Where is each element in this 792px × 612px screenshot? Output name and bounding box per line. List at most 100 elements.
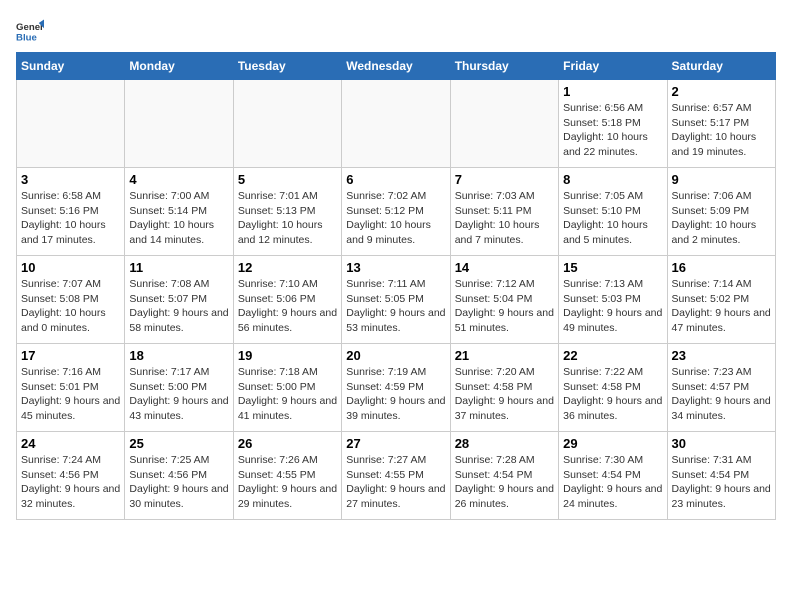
day-number: 18 bbox=[129, 348, 228, 363]
day-info: Sunrise: 7:05 AM Sunset: 5:10 PM Dayligh… bbox=[563, 189, 662, 248]
calendar-cell: 17 Sunrise: 7:16 AM Sunset: 5:01 PM Dayli… bbox=[17, 344, 125, 432]
calendar-cell: 29 Sunrise: 7:30 AM Sunset: 4:54 PM Dayli… bbox=[559, 432, 667, 520]
day-info: Sunrise: 7:00 AM Sunset: 5:14 PM Dayligh… bbox=[129, 189, 228, 248]
day-number: 23 bbox=[672, 348, 771, 363]
weekday-header-friday: Friday bbox=[559, 53, 667, 80]
weekday-header-wednesday: Wednesday bbox=[342, 53, 450, 80]
day-number: 22 bbox=[563, 348, 662, 363]
day-number: 27 bbox=[346, 436, 445, 451]
logo-icon: General Blue bbox=[16, 16, 44, 44]
day-number: 29 bbox=[563, 436, 662, 451]
day-number: 20 bbox=[346, 348, 445, 363]
day-number: 5 bbox=[238, 172, 337, 187]
calendar-cell: 24 Sunrise: 7:24 AM Sunset: 4:56 PM Dayli… bbox=[17, 432, 125, 520]
calendar-cell: 25Sunrise: 7:25 AM Sunset: 4:56 PM Dayli… bbox=[125, 432, 233, 520]
weekday-header-thursday: Thursday bbox=[450, 53, 558, 80]
day-info: Sunrise: 7:02 AM Sunset: 5:12 PM Dayligh… bbox=[346, 189, 445, 248]
day-info: Sunrise: 7:23 AM Sunset: 4:57 PM Dayligh… bbox=[672, 365, 771, 424]
weekday-header-tuesday: Tuesday bbox=[233, 53, 341, 80]
day-number: 17 bbox=[21, 348, 120, 363]
calendar-cell: 5 Sunrise: 7:01 AM Sunset: 5:13 PM Daylig… bbox=[233, 168, 341, 256]
day-info: Sunrise: 7:26 AM Sunset: 4:55 PM Dayligh… bbox=[238, 453, 337, 512]
weekday-header-sunday: Sunday bbox=[17, 53, 125, 80]
calendar-cell: 3 Sunrise: 6:58 AM Sunset: 5:16 PM Daylig… bbox=[17, 168, 125, 256]
calendar-cell: 27 Sunrise: 7:27 AM Sunset: 4:55 PM Dayli… bbox=[342, 432, 450, 520]
day-number: 15 bbox=[563, 260, 662, 275]
week-row-3: 10 Sunrise: 7:07 AM Sunset: 5:08 PM Dayli… bbox=[17, 256, 776, 344]
day-number: 24 bbox=[21, 436, 120, 451]
week-row-4: 17 Sunrise: 7:16 AM Sunset: 5:01 PM Dayli… bbox=[17, 344, 776, 432]
day-info: Sunrise: 7:22 AM Sunset: 4:58 PM Dayligh… bbox=[563, 365, 662, 424]
calendar-cell: 4 Sunrise: 7:00 AM Sunset: 5:14 PM Daylig… bbox=[125, 168, 233, 256]
calendar-cell: 12 Sunrise: 7:10 AM Sunset: 5:06 PM Dayli… bbox=[233, 256, 341, 344]
calendar-cell: 14Sunrise: 7:12 AM Sunset: 5:04 PM Dayli… bbox=[450, 256, 558, 344]
day-number: 16 bbox=[672, 260, 771, 275]
day-info: Sunrise: 7:16 AM Sunset: 5:01 PM Dayligh… bbox=[21, 365, 120, 424]
calendar-cell: 22 Sunrise: 7:22 AM Sunset: 4:58 PM Dayli… bbox=[559, 344, 667, 432]
calendar-cell: 19 Sunrise: 7:18 AM Sunset: 5:00 PM Dayli… bbox=[233, 344, 341, 432]
day-info: Sunrise: 6:56 AM Sunset: 5:18 PM Dayligh… bbox=[563, 101, 662, 160]
day-number: 12 bbox=[238, 260, 337, 275]
calendar-cell bbox=[450, 80, 558, 168]
week-row-2: 3 Sunrise: 6:58 AM Sunset: 5:16 PM Daylig… bbox=[17, 168, 776, 256]
day-number: 2 bbox=[672, 84, 771, 99]
day-number: 14 bbox=[455, 260, 554, 275]
day-info: Sunrise: 7:10 AM Sunset: 5:06 PM Dayligh… bbox=[238, 277, 337, 336]
calendar-cell: 16 Sunrise: 7:14 AM Sunset: 5:02 PM Dayli… bbox=[667, 256, 775, 344]
calendar-cell: 1 Sunrise: 6:56 AM Sunset: 5:18 PM Daylig… bbox=[559, 80, 667, 168]
day-number: 7 bbox=[455, 172, 554, 187]
day-number: 25 bbox=[129, 436, 228, 451]
day-info: Sunrise: 7:18 AM Sunset: 5:00 PM Dayligh… bbox=[238, 365, 337, 424]
day-info: Sunrise: 7:06 AM Sunset: 5:09 PM Dayligh… bbox=[672, 189, 771, 248]
day-info: Sunrise: 7:08 AM Sunset: 5:07 PM Dayligh… bbox=[129, 277, 228, 336]
day-info: Sunrise: 7:14 AM Sunset: 5:02 PM Dayligh… bbox=[672, 277, 771, 336]
day-info: Sunrise: 7:28 AM Sunset: 4:54 PM Dayligh… bbox=[455, 453, 554, 512]
day-info: Sunrise: 7:17 AM Sunset: 5:00 PM Dayligh… bbox=[129, 365, 228, 424]
calendar-cell: 28 Sunrise: 7:28 AM Sunset: 4:54 PM Dayli… bbox=[450, 432, 558, 520]
day-info: Sunrise: 7:01 AM Sunset: 5:13 PM Dayligh… bbox=[238, 189, 337, 248]
calendar-cell: 8 Sunrise: 7:05 AM Sunset: 5:10 PM Daylig… bbox=[559, 168, 667, 256]
day-info: Sunrise: 7:24 AM Sunset: 4:56 PM Dayligh… bbox=[21, 453, 120, 512]
day-number: 28 bbox=[455, 436, 554, 451]
day-number: 30 bbox=[672, 436, 771, 451]
day-number: 13 bbox=[346, 260, 445, 275]
calendar-cell bbox=[233, 80, 341, 168]
page-header: General Blue bbox=[16, 16, 776, 44]
calendar-table: SundayMondayTuesdayWednesdayThursdayFrid… bbox=[16, 52, 776, 520]
calendar-cell: 9Sunrise: 7:06 AM Sunset: 5:09 PM Daylig… bbox=[667, 168, 775, 256]
day-info: Sunrise: 7:27 AM Sunset: 4:55 PM Dayligh… bbox=[346, 453, 445, 512]
day-info: Sunrise: 7:03 AM Sunset: 5:11 PM Dayligh… bbox=[455, 189, 554, 248]
calendar-cell: 2 Sunrise: 6:57 AM Sunset: 5:17 PM Daylig… bbox=[667, 80, 775, 168]
day-number: 11 bbox=[129, 260, 228, 275]
day-info: Sunrise: 7:20 AM Sunset: 4:58 PM Dayligh… bbox=[455, 365, 554, 424]
day-number: 1 bbox=[563, 84, 662, 99]
calendar-cell: 26 Sunrise: 7:26 AM Sunset: 4:55 PM Dayli… bbox=[233, 432, 341, 520]
weekday-header-monday: Monday bbox=[125, 53, 233, 80]
day-number: 26 bbox=[238, 436, 337, 451]
calendar-cell bbox=[17, 80, 125, 168]
day-number: 4 bbox=[129, 172, 228, 187]
logo: General Blue bbox=[16, 16, 48, 44]
day-info: Sunrise: 7:19 AM Sunset: 4:59 PM Dayligh… bbox=[346, 365, 445, 424]
day-info: Sunrise: 7:30 AM Sunset: 4:54 PM Dayligh… bbox=[563, 453, 662, 512]
calendar-cell: 10 Sunrise: 7:07 AM Sunset: 5:08 PM Dayli… bbox=[17, 256, 125, 344]
day-info: Sunrise: 6:58 AM Sunset: 5:16 PM Dayligh… bbox=[21, 189, 120, 248]
day-number: 10 bbox=[21, 260, 120, 275]
calendar-cell: 18 Sunrise: 7:17 AM Sunset: 5:00 PM Dayli… bbox=[125, 344, 233, 432]
calendar-header-row: SundayMondayTuesdayWednesdayThursdayFrid… bbox=[17, 53, 776, 80]
calendar-cell: 15 Sunrise: 7:13 AM Sunset: 5:03 PM Dayli… bbox=[559, 256, 667, 344]
day-info: Sunrise: 7:07 AM Sunset: 5:08 PM Dayligh… bbox=[21, 277, 120, 336]
day-number: 8 bbox=[563, 172, 662, 187]
calendar-cell bbox=[125, 80, 233, 168]
week-row-1: 1 Sunrise: 6:56 AM Sunset: 5:18 PM Daylig… bbox=[17, 80, 776, 168]
calendar-cell: 6Sunrise: 7:02 AM Sunset: 5:12 PM Daylig… bbox=[342, 168, 450, 256]
calendar-cell: 13 Sunrise: 7:11 AM Sunset: 5:05 PM Dayli… bbox=[342, 256, 450, 344]
calendar-cell: 11 Sunrise: 7:08 AM Sunset: 5:07 PM Dayli… bbox=[125, 256, 233, 344]
day-info: Sunrise: 7:13 AM Sunset: 5:03 PM Dayligh… bbox=[563, 277, 662, 336]
day-info: Sunrise: 7:31 AM Sunset: 4:54 PM Dayligh… bbox=[672, 453, 771, 512]
day-info: Sunrise: 6:57 AM Sunset: 5:17 PM Dayligh… bbox=[672, 101, 771, 160]
day-number: 3 bbox=[21, 172, 120, 187]
calendar-cell: 23 Sunrise: 7:23 AM Sunset: 4:57 PM Dayli… bbox=[667, 344, 775, 432]
day-info: Sunrise: 7:11 AM Sunset: 5:05 PM Dayligh… bbox=[346, 277, 445, 336]
day-number: 19 bbox=[238, 348, 337, 363]
